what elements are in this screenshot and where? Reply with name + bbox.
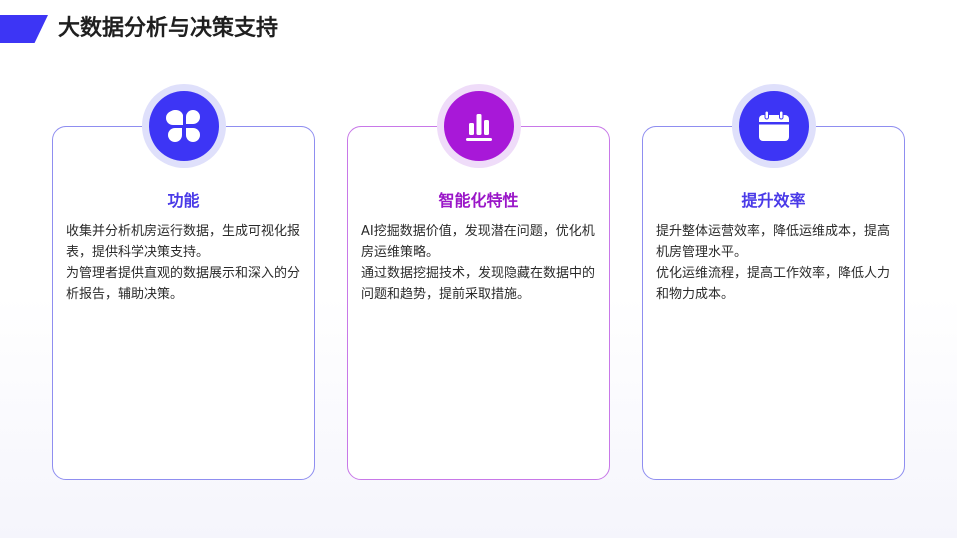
card-paragraph: AI挖掘数据价值，发现潜在问题，优化机房运维策略。 — [361, 224, 595, 260]
card-title: 提升效率 — [741, 191, 806, 210]
clover-icon — [166, 110, 200, 142]
card-paragraph: 收集并分析机房运行数据，生成可视化报表，提供科学决策支持。 — [66, 224, 301, 260]
icon-disc — [149, 91, 219, 161]
card-body: 收集并分析机房运行数据，生成可视化报表，提供科学决策支持。 为管理者提供直观的数… — [66, 221, 304, 305]
card-paragraph: 通过数据挖掘技术，发现隐藏在数据中的问题和趋势，提前采取措施。 — [361, 266, 596, 302]
card-intelligent-features: 智能化特性 AI挖掘数据价值，发现潜在问题，优化机房运维策略。 通过数据挖掘技术… — [347, 126, 610, 480]
card-function: 功能 收集并分析机房运行数据，生成可视化报表，提供科学决策支持。 为管理者提供直… — [52, 126, 315, 480]
clover-icon-badge — [142, 84, 226, 168]
card-title: 功能 — [167, 191, 200, 210]
card-paragraph: 优化运维流程，提高工作效率，降低人力和物力成本。 — [656, 266, 891, 302]
card-body: 提升整体运营效率，降低运维成本，提高机房管理水平。 优化运维流程，提高工作效率，… — [656, 221, 894, 305]
bar-chart-icon-badge — [437, 84, 521, 168]
title-accent-bar — [0, 15, 48, 43]
card-paragraph: 提升整体运营效率，降低运维成本，提高机房管理水平。 — [656, 224, 891, 260]
card-paragraph: 为管理者提供直观的数据展示和深入的分析报告，辅助决策。 — [66, 266, 301, 302]
calendar-icon — [759, 110, 789, 141]
card-efficiency: 提升效率 提升整体运营效率，降低运维成本，提高机房管理水平。 优化运维流程，提高… — [642, 126, 905, 480]
page-title: 大数据分析与决策支持 — [58, 16, 279, 41]
card-body: AI挖掘数据价值，发现潜在问题，优化机房运维策略。 通过数据挖掘技术，发现隐藏在… — [361, 221, 599, 305]
bar-chart-icon — [466, 114, 492, 141]
icon-disc — [739, 91, 809, 161]
card-title: 智能化特性 — [438, 191, 519, 210]
icon-disc — [444, 91, 514, 161]
calendar-icon-badge — [732, 84, 816, 168]
